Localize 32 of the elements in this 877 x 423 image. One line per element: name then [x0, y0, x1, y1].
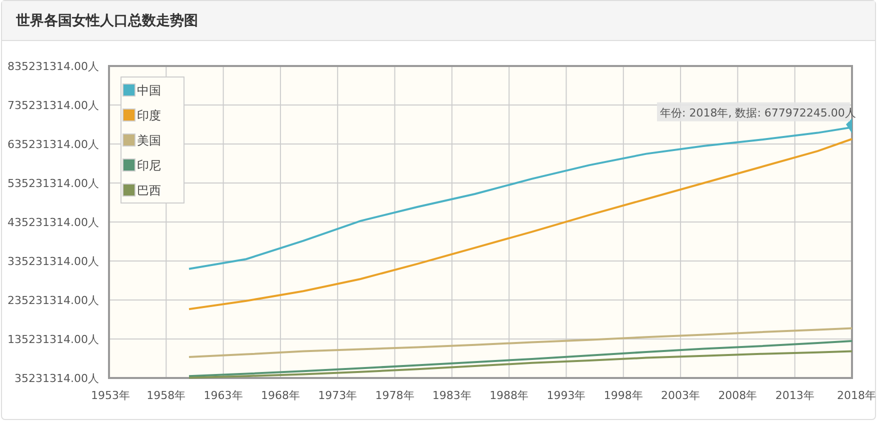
point-marker [846, 118, 852, 134]
x-tick-label: 1963年 [204, 389, 243, 402]
y-tick-label: 635231314.00人 [8, 138, 99, 151]
y-tick-label: 235231314.00人 [8, 294, 99, 307]
x-tick-label: 2003年 [661, 389, 700, 402]
x-tick-label: 2018年 [837, 389, 876, 402]
y-tick-label: 135231314.00人 [8, 333, 99, 346]
y-tick-label: 735231314.00人 [8, 99, 99, 112]
y-tick-label: 35231314.00人 [14, 372, 99, 385]
x-tick-label: 1983年 [432, 389, 472, 402]
x-tick-label: 1958年 [146, 389, 186, 402]
x-tick-label: 1968年 [260, 389, 300, 402]
y-tick-label: 535231314.00人 [8, 177, 99, 190]
annotation: 年份: 2018年, 数据: 677972245.00人 [660, 106, 856, 120]
legend-label: 巴西 [137, 184, 161, 198]
legend-label: 印度 [137, 108, 161, 122]
x-tick-label: 2013年 [775, 389, 814, 402]
y-tick-label: 435231314.00人 [8, 216, 99, 229]
x-tick-label: 1993年 [546, 389, 586, 402]
card-title: 世界各国女性人口总数走势图 [16, 11, 198, 30]
x-tick-label: 1953年 [91, 389, 130, 402]
x-tick-label: 1973年 [318, 389, 358, 402]
x-tick-label: 1978年 [375, 389, 414, 402]
x-tick-label: 1988年 [490, 389, 529, 402]
tooltip: 年份: 2018年, 数据: 677972245.00人 [657, 102, 856, 122]
legend-label: 美国 [137, 134, 161, 148]
legend-label: 印尼 [137, 158, 161, 172]
x-tick-label: 2008年 [718, 389, 758, 402]
x-tick-label: 1998年 [604, 389, 643, 402]
legend-label: 中国 [137, 84, 161, 98]
y-tick-label: 335231314.00人 [8, 255, 99, 268]
y-tick-label: 835231314.00人 [8, 60, 99, 73]
